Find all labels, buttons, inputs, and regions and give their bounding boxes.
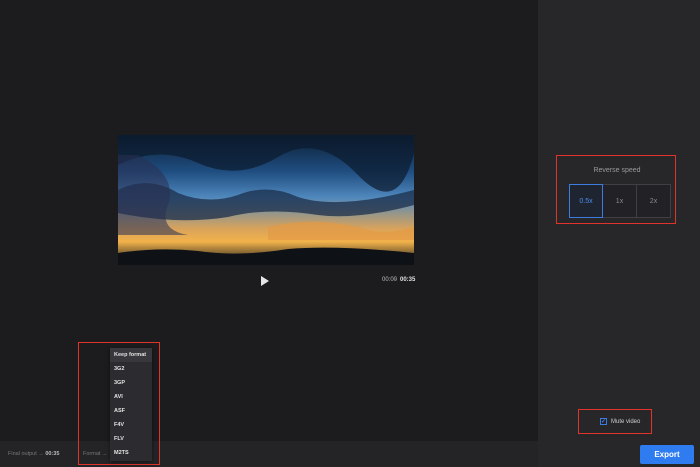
format-option-3gp[interactable]: 3GP bbox=[110, 376, 152, 390]
final-output-arrow: → bbox=[38, 451, 44, 457]
speed-option-0-5x[interactable]: 0.5x bbox=[569, 184, 603, 218]
time-separator: / bbox=[395, 277, 397, 283]
settings-side-panel bbox=[538, 0, 700, 467]
format-option-m2ts[interactable]: M2TS bbox=[110, 446, 152, 460]
play-icon bbox=[261, 276, 269, 286]
video-preview bbox=[118, 135, 414, 265]
speed-options: 0.5x 1x 2x bbox=[569, 184, 671, 218]
mute-label: Mute video bbox=[611, 418, 641, 425]
play-button[interactable] bbox=[260, 275, 270, 287]
speed-option-1x[interactable]: 1x bbox=[603, 184, 637, 218]
final-output-value: 00:35 bbox=[45, 451, 60, 457]
duration: 00:35 bbox=[400, 277, 416, 283]
checkmark-icon: ✓ bbox=[600, 418, 607, 425]
format-option-avi[interactable]: AVI bbox=[110, 390, 152, 404]
export-button[interactable]: Export bbox=[640, 445, 694, 464]
format-option-f4v[interactable]: F4V bbox=[110, 418, 152, 432]
mute-video-toggle[interactable]: ✓ Mute video bbox=[600, 418, 640, 425]
format-option-3g2[interactable]: 3G2 bbox=[110, 362, 152, 376]
format-option-flv[interactable]: FLV bbox=[110, 432, 152, 446]
format-dropdown: Keep format 3G2 3GP AVI ASF F4V FLV M2TS bbox=[110, 348, 152, 461]
format-option-asf[interactable]: ASF bbox=[110, 404, 152, 418]
final-output-info: Final output → 00:35 bbox=[8, 451, 59, 457]
final-output-label: Final output bbox=[8, 451, 37, 457]
speed-option-2x[interactable]: 2x bbox=[637, 184, 671, 218]
format-option-keep-format[interactable]: Keep format bbox=[110, 348, 152, 362]
speed-title: Reverse speed bbox=[593, 167, 641, 174]
mute-checkbox[interactable]: ✓ bbox=[600, 418, 607, 425]
